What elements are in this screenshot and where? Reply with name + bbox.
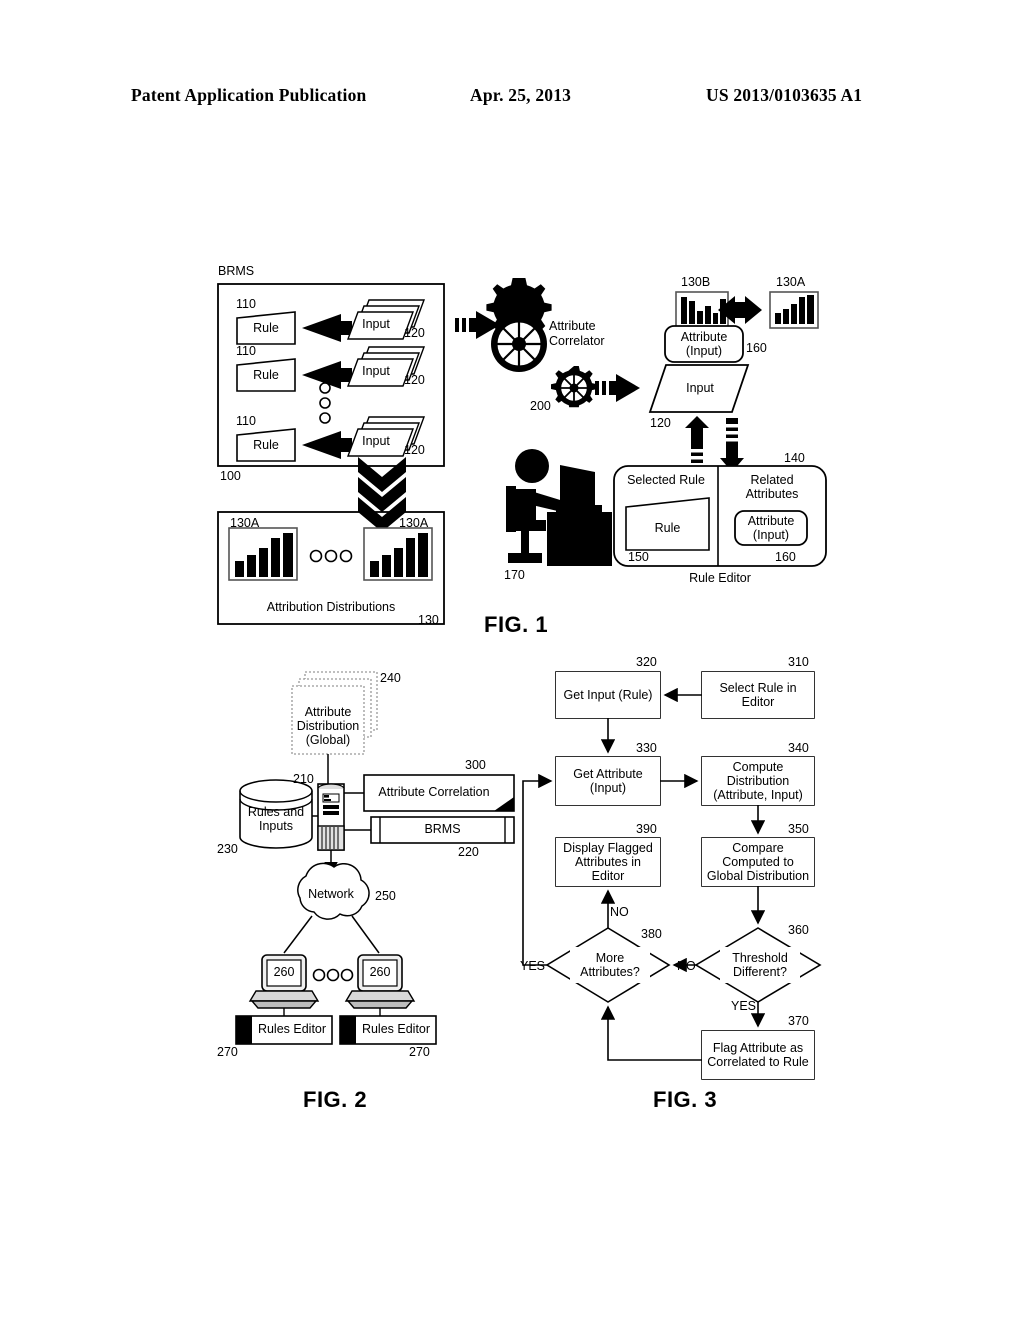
- node-ref-340: 340: [788, 741, 809, 755]
- rules-editor-label-1: Rules Editor: [257, 1022, 327, 1036]
- edge-label-more-no: NO: [610, 905, 629, 919]
- input-ref-2: 120: [404, 373, 425, 387]
- database-ref: 230: [217, 842, 238, 856]
- client-ref-1: 260: [273, 965, 295, 979]
- rule-ref-1: 110: [236, 297, 256, 311]
- attr-dist-line2: Distribution: [296, 719, 360, 733]
- related-chip-line2: (Input): [752, 528, 790, 542]
- rule-ref-3: 110: [236, 414, 256, 428]
- node-340[interactable]: Compute Distribution (Attribute, Input): [702, 757, 814, 805]
- brms-ref: 100: [220, 469, 241, 483]
- related-attributes-title-line2: Attributes: [745, 487, 799, 501]
- node-ref-370: 370: [788, 1014, 809, 1028]
- input-ref-1: 120: [404, 326, 425, 340]
- attribute-chip-ref: 160: [746, 341, 767, 355]
- header-date: Apr. 25, 2013: [470, 85, 572, 105]
- correlator-ref: 200: [530, 399, 551, 413]
- attribute-chip-line1: Attribute: [680, 330, 728, 344]
- user-ref: 170: [504, 568, 525, 582]
- dist-left-ref: 130A: [230, 516, 260, 530]
- fig2-caption: FIG. 2: [303, 1087, 368, 1112]
- selected-rule-title: Selected Rule: [627, 473, 705, 487]
- related-attributes-title-line1: Related: [750, 473, 794, 487]
- dist-right-ref: 130A: [399, 516, 429, 530]
- rule-label-1: Rule: [253, 321, 279, 335]
- rule-label-3: Rule: [253, 438, 279, 452]
- node-320[interactable]: Get Input (Rule): [556, 672, 660, 718]
- node-310[interactable]: Select Rule in Editor: [702, 672, 814, 718]
- compare-left-ref: 130B: [681, 275, 711, 289]
- attr-dist-line1: Attribute: [304, 705, 352, 719]
- edge-label-threshold-yes: YES: [731, 999, 757, 1013]
- brms-bar-label: BRMS: [424, 822, 461, 836]
- node-390[interactable]: Display Flagged Attributes in Editor: [556, 838, 660, 886]
- input-ref-3: 120: [404, 443, 425, 457]
- rule-editor-ref: 140: [784, 451, 805, 465]
- fig3-caption: FIG. 3: [653, 1087, 718, 1112]
- node-ref-320: 320: [636, 655, 657, 669]
- edge-label-threshold-no: NO: [677, 959, 696, 973]
- node-ref-360: 360: [788, 923, 809, 937]
- header-publication: Patent Application Publication: [131, 85, 367, 105]
- input-label-3: Input: [362, 434, 390, 448]
- correlator-label-line1: Attribute: [549, 319, 596, 333]
- server-ref: 210: [293, 772, 314, 786]
- edge-label-more-yes: YES: [520, 959, 546, 973]
- rules-editor-ref-2: 270: [409, 1045, 430, 1059]
- attribute-chip-line2: (Input): [685, 344, 723, 358]
- fig1-caption: FIG. 1: [484, 612, 549, 637]
- node-330[interactable]: Get Attribute (Input): [556, 757, 660, 805]
- input-label-2: Input: [362, 364, 390, 378]
- rules-editor-label-2: Rules Editor: [361, 1022, 431, 1036]
- rule-label-2: Rule: [253, 368, 279, 382]
- selected-rule-label: Rule: [654, 521, 681, 535]
- node-ref-310: 310: [788, 655, 809, 669]
- brms-bar-ref: 220: [458, 845, 479, 859]
- node-ref-390: 390: [636, 822, 657, 836]
- node-ref-350: 350: [788, 822, 809, 836]
- figure-artwork: [0, 0, 1024, 1320]
- rules-editor-ref-1: 270: [217, 1045, 238, 1059]
- brms-title: BRMS: [218, 264, 255, 278]
- attr-dist-line3: (Global): [305, 733, 351, 747]
- related-attributes-ref: 160: [775, 550, 796, 564]
- selected-rule-ref: 150: [628, 550, 649, 564]
- node-360[interactable]: Threshold Different?: [720, 947, 800, 983]
- input-para-label: Input: [686, 381, 714, 395]
- node-350[interactable]: Compare Computed to Global Distribution: [702, 838, 814, 886]
- input-para-ref: 120: [650, 416, 671, 430]
- patent-page: Patent Application Publication Apr. 25, …: [0, 0, 1024, 1320]
- input-label-1: Input: [362, 317, 390, 331]
- network-label: Network: [308, 887, 354, 901]
- network-ref: 250: [375, 889, 396, 903]
- client-ref-2: 260: [369, 965, 391, 979]
- attribute-correlation-label: Attribute Correlation: [378, 785, 490, 799]
- rule-ref-2: 110: [236, 344, 256, 358]
- header-docnum: US 2013/0103635 A1: [706, 85, 863, 105]
- dist-box-ref: 130: [418, 613, 439, 627]
- correlator-label-line2: Correlator: [549, 334, 605, 348]
- database-line1: Rules and: [247, 805, 305, 819]
- node-ref-330: 330: [636, 741, 657, 755]
- node-370[interactable]: Flag Attribute as Correlated to Rule: [702, 1031, 814, 1079]
- database-line2: Inputs: [258, 819, 294, 833]
- attribute-correlation-ref: 300: [465, 758, 486, 772]
- running-header: Patent Application Publication Apr. 25, …: [0, 85, 1024, 113]
- attr-dist-ref: 240: [380, 671, 401, 685]
- dist-box-title: Attribution Distributions: [266, 600, 396, 614]
- compare-right-ref: 130A: [776, 275, 806, 289]
- related-chip-line1: Attribute: [747, 514, 795, 528]
- rule-editor-title: Rule Editor: [689, 571, 751, 585]
- node-380[interactable]: More Attributes?: [570, 947, 650, 983]
- node-ref-380: 380: [641, 927, 662, 941]
